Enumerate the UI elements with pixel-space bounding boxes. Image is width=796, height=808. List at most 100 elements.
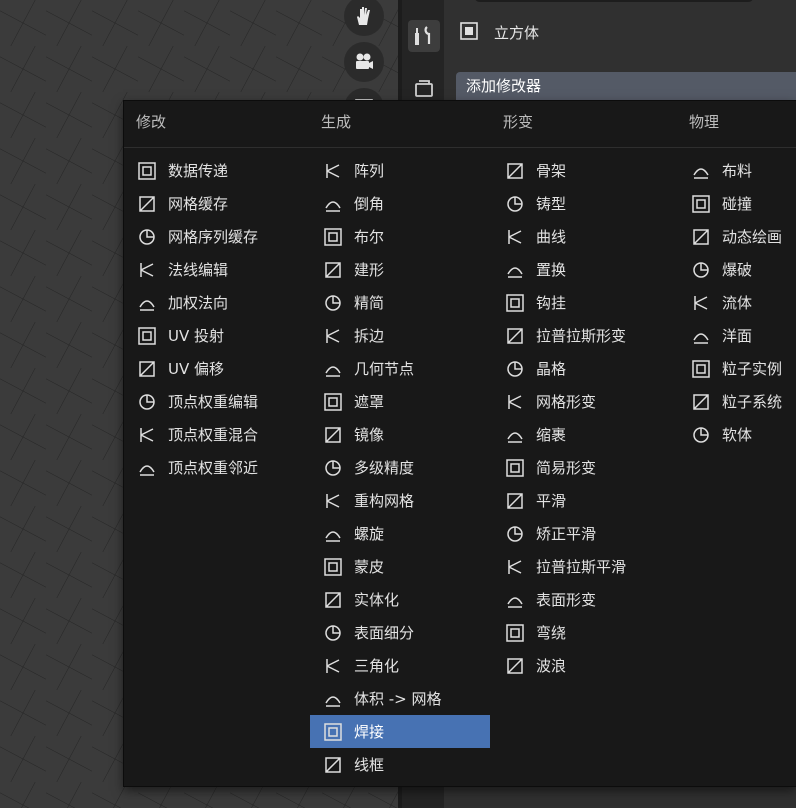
edge-split-icon [322, 325, 344, 347]
uv-project-icon [136, 325, 158, 347]
weighted-normal-icon [136, 292, 158, 314]
menu-item-label: 网格序列缓存 [168, 228, 259, 246]
menu-item-boolean[interactable]: 布尔 [310, 220, 490, 253]
menu-item-soft-body[interactable]: 软体 [678, 418, 796, 451]
menu-item-label: 碰撞 [722, 195, 753, 213]
menu-item-label: UV 偏移 [168, 360, 225, 378]
object-cube-icon [458, 20, 480, 42]
menu-item-wave[interactable]: 波浪 [492, 649, 672, 682]
menu-item-fluid[interactable]: 流体 [678, 286, 796, 319]
boolean-icon [322, 226, 344, 248]
menu-item-label: 曲线 [536, 228, 567, 246]
add-modifier-menu: 修改 生成 形变 物理 数据传递 网格缓存 网格序列缓存 法线编辑 加权法向 UV 投射 U… [123, 100, 796, 787]
menu-item-lattice[interactable]: 晶格 [492, 352, 672, 385]
menu-item-armature[interactable]: 骨架 [492, 154, 672, 187]
menu-item-laplacian-deform[interactable]: 拉普拉斯形变 [492, 319, 672, 352]
cloth-icon [690, 160, 712, 182]
menu-item-surface-deform[interactable]: 表面形变 [492, 583, 672, 616]
menu-item-weighted-normal[interactable]: 加权法向 [124, 286, 304, 319]
menu-item-explode[interactable]: 爆破 [678, 253, 796, 286]
menu-item-warp[interactable]: 弯绕 [492, 616, 672, 649]
menu-item-collision[interactable]: 碰撞 [678, 187, 796, 220]
menu-item-uv-warp[interactable]: UV 偏移 [124, 352, 304, 385]
menu-item-multires[interactable]: 多级精度 [310, 451, 490, 484]
menu-item-remesh[interactable]: 重构网格 [310, 484, 490, 517]
menu-item-label: 平滑 [536, 492, 567, 510]
search-bar[interactable] [474, 0, 754, 2]
menu-item-edge-split[interactable]: 拆边 [310, 319, 490, 352]
add-modifier-button[interactable]: 添加修改器 [456, 72, 796, 100]
menu-item-label: 顶点权重混合 [168, 426, 259, 444]
menu-item-label: 拉普拉斯平滑 [536, 558, 627, 576]
menu-item-weld[interactable]: 焊接 [310, 715, 490, 748]
menu-item-label: 遮罩 [354, 393, 385, 411]
menu-item-smooth[interactable]: 平滑 [492, 484, 672, 517]
particle-instance-icon [690, 358, 712, 380]
menu-item-label: 数据传递 [168, 162, 229, 180]
menu-item-label: 骨架 [536, 162, 567, 180]
smooth-icon [504, 490, 526, 512]
menu-item-label: 爆破 [722, 261, 753, 279]
menu-item-bevel[interactable]: 倒角 [310, 187, 490, 220]
displace-icon [504, 259, 526, 281]
menu-item-dynamic-paint[interactable]: 动态绘画 [678, 220, 796, 253]
menu-item-build[interactable]: 建形 [310, 253, 490, 286]
menu-item-label: 焊接 [354, 723, 385, 741]
tool-icon[interactable] [408, 20, 440, 52]
menu-item-label: 晶格 [536, 360, 567, 378]
menu-item-screw[interactable]: 螺旋 [310, 517, 490, 550]
particle-system-icon [690, 391, 712, 413]
camera-icon[interactable] [344, 42, 384, 82]
menu-item-triangulate[interactable]: 三角化 [310, 649, 490, 682]
menu-item-vertex-weight-edit[interactable]: 顶点权重编辑 [124, 385, 304, 418]
menu-item-mesh-sequence-cache[interactable]: 网格序列缓存 [124, 220, 304, 253]
menu-item-uv-project[interactable]: UV 投射 [124, 319, 304, 352]
surface-deform-icon [504, 589, 526, 611]
menu-item-label: 螺旋 [354, 525, 385, 543]
vertex-weight-proximity-icon [136, 457, 158, 479]
geometry-nodes-icon [322, 358, 344, 380]
menu-item-normal-edit[interactable]: 法线编辑 [124, 253, 304, 286]
pan-hand-icon[interactable] [344, 0, 384, 36]
explode-icon [690, 259, 712, 281]
mirror-icon [322, 424, 344, 446]
array-icon [322, 160, 344, 182]
column-edit: 数据传递 网格缓存 网格序列缓存 法线编辑 加权法向 UV 投射 UV 偏移 顶点权重编辑 顶点… [124, 154, 304, 484]
menu-item-volume-to-mesh[interactable]: 体积 -> 网格 [310, 682, 490, 715]
menu-item-shrinkwrap[interactable]: 缩裹 [492, 418, 672, 451]
menu-item-curve[interactable]: 曲线 [492, 220, 672, 253]
menu-item-data-transfer[interactable]: 数据传递 [124, 154, 304, 187]
menu-item-label: 建形 [354, 261, 385, 279]
menu-item-mirror[interactable]: 镜像 [310, 418, 490, 451]
menu-item-vertex-weight-proximity[interactable]: 顶点权重邻近 [124, 451, 304, 484]
menu-item-label: 三角化 [354, 657, 400, 675]
menu-item-laplacian-smooth[interactable]: 拉普拉斯平滑 [492, 550, 672, 583]
menu-item-cast[interactable]: 铸型 [492, 187, 672, 220]
menu-item-mesh-cache[interactable]: 网格缓存 [124, 187, 304, 220]
menu-item-geometry-nodes[interactable]: 几何节点 [310, 352, 490, 385]
data-transfer-icon [136, 160, 158, 182]
screw-icon [322, 523, 344, 545]
menu-item-subdivision[interactable]: 表面细分 [310, 616, 490, 649]
menu-item-solidify[interactable]: 实体化 [310, 583, 490, 616]
menu-item-skin[interactable]: 蒙皮 [310, 550, 490, 583]
menu-item-simple-deform[interactable]: 简易形变 [492, 451, 672, 484]
ocean-icon [690, 325, 712, 347]
menu-item-corrective-smooth[interactable]: 矫正平滑 [492, 517, 672, 550]
menu-item-mesh-deform[interactable]: 网格形变 [492, 385, 672, 418]
menu-item-hook[interactable]: 钩挂 [492, 286, 672, 319]
menu-item-particle-instance[interactable]: 粒子实例 [678, 352, 796, 385]
menu-item-mask[interactable]: 遮罩 [310, 385, 490, 418]
menu-item-array[interactable]: 阵列 [310, 154, 490, 187]
menu-item-ocean[interactable]: 洋面 [678, 319, 796, 352]
menu-item-wireframe[interactable]: 线框 [310, 748, 490, 781]
menu-item-displace[interactable]: 置换 [492, 253, 672, 286]
menu-item-label: 粒子系统 [722, 393, 783, 411]
menu-item-vertex-weight-mix[interactable]: 顶点权重混合 [124, 418, 304, 451]
menu-item-label: 蒙皮 [354, 558, 385, 576]
menu-item-label: 矫正平滑 [536, 525, 597, 543]
menu-item-cloth[interactable]: 布料 [678, 154, 796, 187]
menu-item-decimate[interactable]: 精简 [310, 286, 490, 319]
menu-item-particle-system[interactable]: 粒子系统 [678, 385, 796, 418]
menu-item-label: 几何节点 [354, 360, 415, 378]
